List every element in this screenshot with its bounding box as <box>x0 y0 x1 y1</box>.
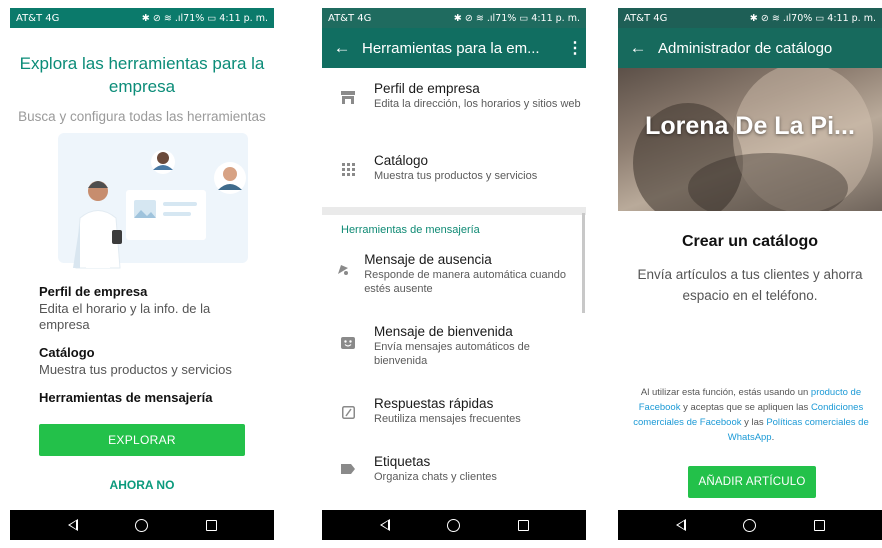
page-subtitle: Busca y configura todas las herramientas <box>18 109 266 124</box>
carrier-label: AT&T 4G <box>328 12 372 24</box>
explore-button[interactable]: EXPLORAR <box>39 424 245 456</box>
legal-text: y las <box>741 417 767 428</box>
list-item-description: Reutiliza mensajes frecuentes <box>374 413 521 425</box>
screen-catalog-manager: AT&T 4G ✱ ⊘ ≋ .ıl70% ▭ 4:11 p. m. ← Admi… <box>618 8 882 540</box>
status-indicators: ✱ ⊘ ≋ .ıl71% ▭ 4:11 p. m. <box>141 12 268 24</box>
list-item-title: Respuestas rápidas <box>374 396 494 411</box>
home-nav-icon[interactable] <box>135 518 148 532</box>
feature-heading: Catálogo <box>39 345 95 360</box>
feature-heading: Perfil de empresa <box>39 284 148 299</box>
catalog-description: Envía artículos a tus clientes y ahorra … <box>637 267 863 303</box>
feature-description: Muestra tus productos y servicios <box>39 362 232 377</box>
system-nav-bar <box>322 510 586 540</box>
away-icon <box>322 252 364 296</box>
system-nav-bar <box>618 510 882 540</box>
not-now-button[interactable]: AHORA NO <box>39 478 245 492</box>
list-item-title: Etiquetas <box>374 454 431 469</box>
store-icon <box>322 81 374 111</box>
add-item-button[interactable]: AÑADIR ARTÍCULO <box>688 466 816 498</box>
app-bar: ← Herramientas para la em... ⋮ <box>322 28 586 68</box>
cover-photo: Lorena De La Pi... <box>618 68 882 211</box>
list-item-welcome-message[interactable]: Mensaje de bienvenida Envía mensajes aut… <box>322 324 586 368</box>
scrollbar[interactable] <box>582 213 585 313</box>
back-arrow-icon[interactable]: ← <box>322 38 362 58</box>
list-item-catalog[interactable]: Catálogo Muestra tus productos y servici… <box>322 153 586 183</box>
feature-business-profile: Perfil de empresa Edita el horario y la … <box>39 284 259 333</box>
list-item-description: Edita la dirección, los horarios y sitio… <box>374 98 581 110</box>
welcome-icon <box>322 324 374 368</box>
list-item-description: Organiza chats y clientes <box>374 471 497 483</box>
list-item-title: Perfil de empresa <box>374 81 480 96</box>
recents-nav-icon[interactable] <box>813 519 825 531</box>
system-nav-bar <box>10 510 274 540</box>
screen-explore-tools: AT&T 4G ✱ ⊘ ≋ .ıl71% ▭ 4:11 p. m. Explor… <box>10 8 274 540</box>
list-item-title: Catálogo <box>374 153 429 168</box>
legal-text: Al utilizar esta función, estás usando u… <box>640 387 811 398</box>
feature-heading: Herramientas de mensajería <box>39 390 213 405</box>
list-item-away-message[interactable]: Mensaje de ausencia Responde de manera a… <box>322 252 586 296</box>
back-arrow-icon[interactable]: ← <box>618 38 658 58</box>
back-nav-icon[interactable] <box>675 519 686 531</box>
status-indicators: ✱ ⊘ ≋ .ıl70% ▭ 4:11 p. m. <box>749 12 876 24</box>
status-indicators: ✱ ⊘ ≋ .ıl71% ▭ 4:11 p. m. <box>453 12 580 24</box>
screen-business-tools: AT&T 4G ✱ ⊘ ≋ .ıl71% ▭ 4:11 p. m. ← Herr… <box>322 8 586 540</box>
feature-description: Edita el horario y la info. de la empres… <box>39 301 211 332</box>
legal-text: y aceptas que se apliquen las <box>680 402 811 413</box>
status-bar: AT&T 4G ✱ ⊘ ≋ .ıl71% ▭ 4:11 p. m. <box>322 8 586 28</box>
legal-text: . <box>771 432 775 443</box>
page-title: Explora las herramientas para la empresa <box>19 54 265 96</box>
list-item-quick-replies[interactable]: Respuestas rápidas Reutiliza mensajes fr… <box>322 396 586 426</box>
more-options-icon[interactable]: ⋮ <box>564 38 586 58</box>
status-bar: AT&T 4G ✱ ⊘ ≋ .ıl71% ▭ 4:11 p. m. <box>10 8 274 28</box>
home-nav-icon[interactable] <box>447 518 460 532</box>
business-name: Lorena De La Pi... <box>645 112 855 140</box>
catalog-heading: Crear un catálogo <box>681 233 819 250</box>
recents-nav-icon[interactable] <box>205 519 217 531</box>
list-item-description: Muestra tus productos y servicios <box>374 170 538 182</box>
app-bar: ← Administrador de catálogo <box>618 28 882 68</box>
feature-catalog: Catálogo Muestra tus productos y servici… <box>39 345 259 378</box>
section-divider <box>322 207 586 215</box>
section-label-messaging: Herramientas de mensajería <box>341 224 480 236</box>
list-item-business-profile[interactable]: Perfil de empresa Edita la dirección, lo… <box>322 81 586 111</box>
list-item-title: Mensaje de ausencia <box>364 252 492 267</box>
app-bar-title: Herramientas para la em... <box>362 39 540 57</box>
back-nav-icon[interactable] <box>379 519 390 531</box>
list-item-labels[interactable]: Etiquetas Organiza chats y clientes <box>322 454 586 484</box>
app-bar-title: Administrador de catálogo <box>658 39 833 57</box>
legal-notice: Al utilizar esta función, estás usando u… <box>626 385 876 445</box>
back-nav-icon[interactable] <box>67 519 78 531</box>
list-item-description: Envía mensajes automáticos de bienvenida <box>373 341 530 367</box>
home-nav-icon[interactable] <box>743 518 756 532</box>
label-icon <box>322 454 374 484</box>
list-item-description: Responde de manera automática cuando est… <box>364 269 566 295</box>
recents-nav-icon[interactable] <box>517 519 529 531</box>
feature-messaging-tools: Herramientas de mensajería <box>39 390 259 405</box>
feature-list: Perfil de empresa Edita el horario y la … <box>39 284 259 405</box>
business-tools-illustration <box>58 133 248 269</box>
carrier-label: AT&T 4G <box>16 12 60 24</box>
grid-icon <box>322 153 374 183</box>
status-bar: AT&T 4G ✱ ⊘ ≋ .ıl70% ▭ 4:11 p. m. <box>618 8 882 28</box>
quick-reply-icon <box>322 396 374 426</box>
list-item-title: Mensaje de bienvenida <box>373 324 513 339</box>
carrier-label: AT&T 4G <box>624 12 668 24</box>
